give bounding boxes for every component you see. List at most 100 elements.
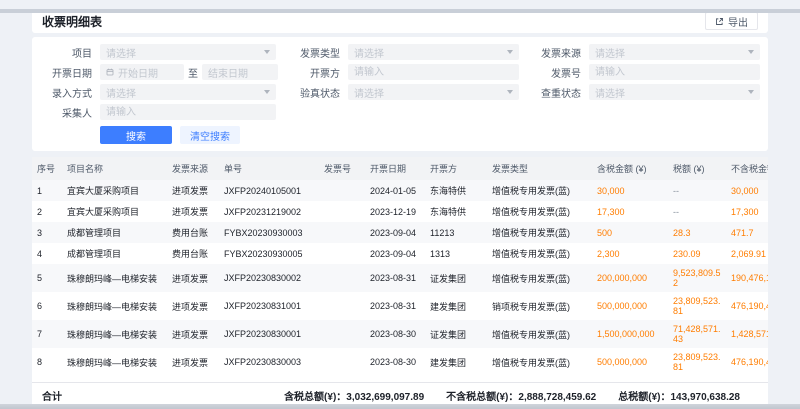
table-cell: JXFP20230831001	[219, 292, 319, 320]
table-cell: 7	[32, 320, 62, 348]
collector-label: 采集人	[40, 105, 92, 120]
table-cell: 2023-08-30	[365, 320, 425, 348]
table-cell: 1,428,571,428.57	[726, 320, 768, 348]
table-cell: 2,069.91	[726, 243, 768, 264]
table-scroll-area[interactable]: 序号项目名称发票来源单号发票号开票日期开票方发票类型含税金额 (¥)税额 (¥)…	[32, 157, 768, 382]
project-select-placeholder: 请选择	[106, 45, 136, 60]
table-cell: JXFP20240105001	[219, 180, 319, 201]
clear-search-button[interactable]: 清空搜索	[180, 126, 240, 144]
table-cell: 珠穆朗玛峰—电梯安装	[62, 292, 167, 320]
table-cell: 增值税专用发票(蓝)	[487, 320, 592, 348]
filter-field-invoice-no: 发票号	[529, 64, 760, 80]
table-cell: 进项发票	[167, 320, 219, 348]
top-edge	[0, 9, 800, 13]
invoice-source-select[interactable]: 请选择	[589, 44, 760, 60]
table-cell: 2023-08-31	[365, 292, 425, 320]
filter-field-project: 项目 请选择	[40, 44, 278, 60]
export-button[interactable]: 导出	[705, 12, 758, 30]
total-value: 2,888,728,459.62	[518, 392, 596, 403]
filter-field-dup-status: 查重状态 请选择	[529, 84, 760, 100]
issuer-label: 开票方	[288, 65, 340, 80]
table-cell: 进项发票	[167, 348, 219, 376]
table-cell: 成都管理项目	[62, 222, 167, 243]
table-cell: 17,300	[726, 201, 768, 222]
invoice-no-label: 发票号	[529, 65, 581, 80]
invoice-no-input[interactable]	[589, 64, 760, 80]
entry-method-label: 录入方式	[40, 85, 92, 100]
table-row: 4成都管理项目费用台账FYBX202309300052023-09-041313…	[32, 243, 768, 264]
table-cell	[319, 292, 365, 320]
table-row: 1宜宾大厦采购项目进项发票JXFP202401050012024-01-05东海…	[32, 180, 768, 201]
table-cell: FYBX20230930003	[219, 222, 319, 243]
table-cell: 费用台账	[167, 243, 219, 264]
table-cell	[319, 264, 365, 292]
table-cell: --	[668, 201, 726, 222]
table-cell: 5	[32, 264, 62, 292]
project-label: 项目	[40, 45, 92, 60]
verify-status-select[interactable]: 请选择	[348, 84, 519, 100]
invoice-table: 序号项目名称发票来源单号发票号开票日期开票方发票类型含税金额 (¥)税额 (¥)…	[32, 157, 768, 376]
table-cell: 证发集团	[425, 320, 487, 348]
total-label: 不含税总额(¥)：	[446, 392, 518, 403]
verify-status-select-placeholder: 请选择	[354, 85, 384, 100]
table-cell: 476,190,476.19	[726, 348, 768, 376]
totals-label: 合计	[42, 388, 62, 403]
table-cell: 珠穆朗玛峰—电梯安装	[62, 264, 167, 292]
table-cell: 71,428,571.43	[668, 320, 726, 348]
table-cell	[319, 243, 365, 264]
filter-field-invoice-type: 发票类型 请选择	[288, 44, 519, 60]
table-cell: JXFP20231219002	[219, 201, 319, 222]
table-row: 5珠穆朗玛峰—电梯安装进项发票JXFP202308300022023-08-31…	[32, 264, 768, 292]
issuer-input[interactable]	[348, 64, 519, 80]
invoice-type-select[interactable]: 请选择	[348, 44, 519, 60]
table-cell: 28.3	[668, 222, 726, 243]
column-header: 不含税金额 (¥)	[726, 157, 768, 180]
table-cell: 8	[32, 348, 62, 376]
table-cell: 1	[32, 180, 62, 201]
invoice-type-select-placeholder: 请选择	[354, 45, 384, 60]
table-cell: 2,300	[592, 243, 668, 264]
table-cell: 进项发票	[167, 292, 219, 320]
table-cell: 珠穆朗玛峰—电梯安装	[62, 320, 167, 348]
project-select[interactable]: 请选择	[100, 44, 276, 60]
table-row: 7珠穆朗玛峰—电梯安装进项发票JXFP202308300012023-08-30…	[32, 320, 768, 348]
table-cell: 2023-08-31	[365, 264, 425, 292]
collector-input[interactable]	[100, 104, 276, 120]
end-date-input[interactable]: 结束日期	[202, 64, 278, 80]
invoice-date-label: 开票日期	[40, 65, 92, 80]
table-cell	[319, 180, 365, 201]
table-cell: 2023-12-19	[365, 201, 425, 222]
table-cell: 23,809,523.81	[668, 292, 726, 320]
table-cell: 建发集团	[425, 292, 487, 320]
table-cell	[319, 320, 365, 348]
column-header: 序号	[32, 157, 62, 180]
table-cell: 证发集团	[425, 264, 487, 292]
chevron-down-icon	[264, 50, 270, 54]
total-label: 总税额(¥)：	[618, 392, 670, 403]
dup-status-select[interactable]: 请选择	[589, 84, 760, 100]
dup-status-label: 查重状态	[529, 85, 581, 100]
filter-field-collector: 采集人	[40, 104, 278, 120]
start-date-input[interactable]: 开始日期	[100, 64, 184, 80]
table-cell: 进项发票	[167, 264, 219, 292]
invoice-type-label: 发票类型	[288, 45, 340, 60]
table-cell: 2023-08-30	[365, 348, 425, 376]
table-cell: 宜宾大厦采购项目	[62, 180, 167, 201]
table-row: 2宜宾大厦采购项目进项发票JXFP202312190022023-12-19东海…	[32, 201, 768, 222]
table-cell: FYBX20230930005	[219, 243, 319, 264]
total-item: 含税总额(¥)：3,032,699,097.89	[284, 388, 424, 403]
dup-status-select-placeholder: 请选择	[595, 85, 625, 100]
search-button[interactable]: 搜索	[100, 126, 172, 144]
total-value: 3,032,699,097.89	[346, 392, 424, 403]
filter-field-issuer: 开票方	[288, 64, 519, 80]
chevron-down-icon	[748, 50, 754, 54]
table-cell: 2	[32, 201, 62, 222]
table-cell: 1,500,000,000	[592, 320, 668, 348]
table-cell: 成都管理项目	[62, 243, 167, 264]
entry-method-select[interactable]: 请选择	[100, 84, 276, 100]
table-cell: 30,000	[726, 180, 768, 201]
filter-field-invoice-source: 发票来源 请选择	[529, 44, 760, 60]
table-row: 3成都管理项目费用台账FYBX202309300032023-09-041121…	[32, 222, 768, 243]
invoice-detail-page: 收票明细表 导出 项目 请选择 发票类型	[0, 9, 800, 409]
total-item: 总税额(¥)：143,970,638.28	[618, 388, 740, 403]
